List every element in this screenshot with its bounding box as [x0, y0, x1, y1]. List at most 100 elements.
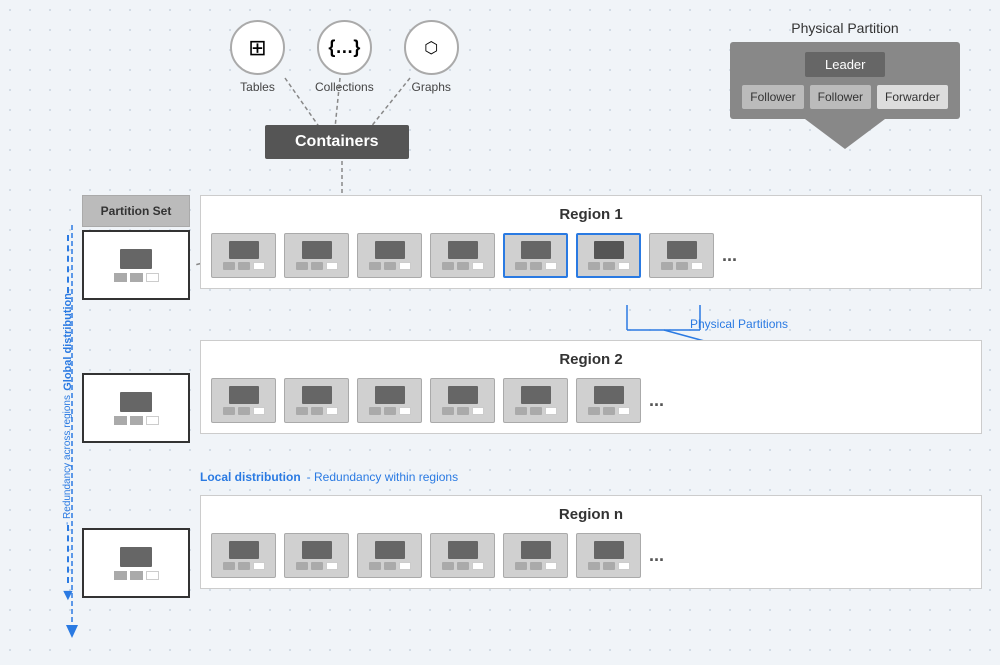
pi-bottom [442, 262, 484, 270]
partition-icon-rn-6 [576, 533, 641, 578]
partition-icon-r1-3 [357, 233, 422, 278]
followers-row: Follower Follower Forwarder [740, 85, 950, 109]
partition-icon-r1-4 [430, 233, 495, 278]
pi-rect [384, 262, 396, 270]
pi-rect-3 [253, 262, 265, 270]
pi-bottom [369, 262, 411, 270]
partition-icon-rn-3 [357, 533, 422, 578]
main-diagram-area: Global distribution - Redundancy across … [60, 195, 982, 645]
partition-icon-rn-4 [430, 533, 495, 578]
region-1-partitions: ... [211, 233, 971, 278]
partition-set-label: Partition Set [82, 195, 190, 227]
graphs-icon: ⬡ [404, 20, 459, 75]
top-icons-area: ⊞ Tables {…} Collections ⬡ Graphs [230, 20, 459, 94]
pi-bottom [661, 262, 703, 270]
ps-icon-2 [114, 392, 159, 425]
collections-icon: {…} [317, 20, 372, 75]
region-2-title: Region 2 [211, 351, 971, 368]
partition-icon-r2-4 [430, 378, 495, 423]
pi-rect [472, 262, 484, 270]
pi-rect [676, 262, 688, 270]
ps-bottom [114, 416, 159, 425]
pi-rect [311, 262, 323, 270]
collections-icon-item: {…} Collections [315, 20, 374, 94]
pi-bottom [515, 262, 557, 270]
ps-icon-n [114, 547, 159, 580]
partition-icon-r2-3 [357, 378, 422, 423]
region-1-title: Region 1 [211, 206, 971, 223]
global-dist-line-top [67, 235, 69, 293]
pi-bottom [296, 407, 338, 415]
region-n-row: Region n [200, 495, 982, 589]
pi-bottom [223, 407, 265, 415]
pi-top [521, 241, 551, 259]
pi-bottom [442, 407, 484, 415]
pi-top [521, 386, 551, 404]
pi-bottom [223, 562, 265, 570]
region-1-dots: ... [722, 245, 737, 266]
pi-bottom [369, 562, 411, 570]
ps-top [120, 547, 152, 567]
forwarder-box: Forwarder [877, 85, 948, 109]
region-2-dots: ... [649, 390, 664, 411]
tables-icon-item: ⊞ Tables [230, 20, 285, 94]
pi-top [594, 386, 624, 404]
region-2-partitions: ... [211, 378, 971, 423]
ps-item-1 [82, 230, 190, 300]
graphs-label: Graphs [412, 80, 451, 94]
pi-top [375, 241, 405, 259]
ps-rect [130, 273, 143, 282]
partition-icon-rn-5 [503, 533, 568, 578]
collections-label: Collections [315, 80, 374, 94]
partition-icon-r1-6-highlighted [576, 233, 641, 278]
local-distribution-area: Local distribution - Redundancy within r… [200, 470, 640, 484]
leader-box: Leader [805, 52, 885, 77]
containers-label: Containers [295, 133, 379, 150]
pi-top [229, 386, 259, 404]
ps-item-n [82, 528, 190, 598]
pi-bottom [223, 262, 265, 270]
pi-top [375, 541, 405, 559]
pi-rect [530, 262, 542, 270]
global-dist-line-bottom [67, 525, 69, 583]
follower-box-1: Follower [742, 85, 803, 109]
local-dist-label: Local distribution [200, 470, 301, 484]
pi-top [229, 541, 259, 559]
partition-icon-r1-5-highlighted [503, 233, 568, 278]
pi-rect [691, 262, 703, 270]
pi-top [229, 241, 259, 259]
pi-top [448, 241, 478, 259]
partition-icon-rn-2 [284, 533, 349, 578]
ps-bottom [114, 571, 159, 580]
pi-bottom [296, 562, 338, 570]
physical-partition-outer: Physical Partition Leader Follower Follo… [730, 20, 960, 149]
ps-item-2 [82, 373, 190, 443]
ps-rect-white [146, 273, 159, 282]
region-1-row: Region 1 [200, 195, 982, 289]
pi-rect [515, 262, 527, 270]
physical-partitions-label: Physical Partitions [690, 317, 788, 331]
pi-rect [661, 262, 673, 270]
ps-rect [114, 273, 127, 282]
partition-icon-r2-1 [211, 378, 276, 423]
pi-bottom [588, 562, 630, 570]
pi-bottom [515, 407, 557, 415]
ps-icon-1 [114, 249, 159, 282]
partition-icon-r1-1 [211, 233, 276, 278]
physical-partition-title: Physical Partition [730, 20, 960, 36]
redundancy-within-label: - Redundancy within regions [307, 470, 458, 484]
pi-top [521, 541, 551, 559]
pi-rect [326, 262, 338, 270]
containers-box: Containers [265, 125, 409, 159]
partition-icon-r1-7 [649, 233, 714, 278]
pi-rect [588, 262, 600, 270]
region-n-dots: ... [649, 545, 664, 566]
pi-rect [369, 262, 381, 270]
tables-label: Tables [240, 80, 275, 94]
pi-rect [399, 262, 411, 270]
pi-top [594, 241, 624, 259]
pi-rect [457, 262, 469, 270]
pi-top [375, 386, 405, 404]
pi-top [667, 241, 697, 259]
partition-icon-r2-6 [576, 378, 641, 423]
